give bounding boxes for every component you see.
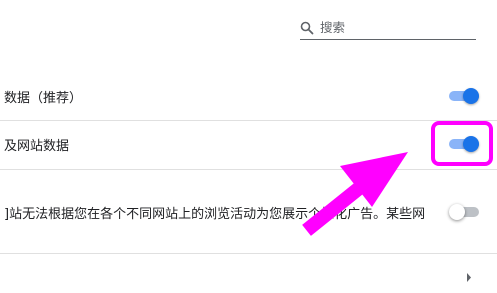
search-field[interactable] [300, 16, 476, 40]
chevron-right-icon[interactable] [464, 272, 474, 282]
search-input[interactable] [320, 17, 460, 38]
divider [0, 120, 497, 121]
setting-label: ]站无法根据您在各个不同网站上的浏览活动为您展示个性化广告。某些网 [4, 206, 426, 222]
setting-row-2: 及网站数据 [0, 130, 497, 158]
setting-row-1: 数据（推荐） [0, 82, 497, 110]
settings-page: 数据（推荐） 及网站数据 ]站无法根据您在各个不同网站上的浏览活动为您展示个性化… [0, 0, 497, 293]
divider [0, 253, 497, 254]
search-icon [300, 21, 314, 34]
divider [0, 169, 497, 170]
highlight-box [431, 121, 493, 166]
setting-toggle-1[interactable] [449, 88, 479, 104]
setting-toggle-3[interactable] [449, 204, 479, 220]
setting-label: 数据（推荐） [4, 90, 83, 106]
setting-row-3: ]站无法根据您在各个不同网站上的浏览活动为您展示个性化广告。某些网 [0, 198, 497, 226]
setting-label: 及网站数据 [4, 138, 70, 154]
